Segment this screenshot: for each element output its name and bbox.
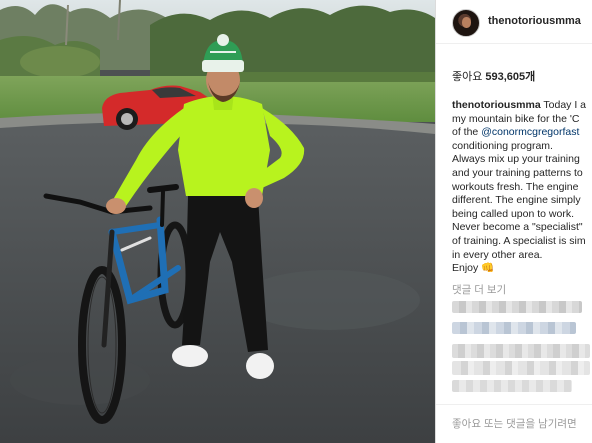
comment-footer [436,404,592,443]
caption-line-7: workouts fresh. The engine [452,180,579,193]
caption-line-5: Always mix up your training [452,153,580,166]
post-caption: thenotoriousmma Today I a my mountain bi… [452,99,592,276]
comment-input[interactable] [452,416,592,432]
blurred-comment [452,301,582,313]
load-more-comments-link[interactable]: 댓글 더 보기 [452,282,506,297]
blurred-comment [452,361,590,375]
caption-line-13: Enjoy 👊 [452,262,592,276]
caption-line-9: being called upon to work. [452,207,574,220]
caption-line-12: in every other area. [452,248,543,261]
likes-row: 좋아요 593,605개 [452,68,535,84]
avatar[interactable] [452,9,480,37]
caption-line-11: of training. A specialist is sim [452,234,586,247]
caption-line-2: my mountain bike for the 'C [452,112,580,125]
likes-label: 좋아요 [452,71,483,83]
mention-link[interactable]: @conormcgregorfast [481,126,579,138]
post-sidebar: thenotoriousmma 좋아요 593,605개 thenotorious… [435,0,592,443]
blurred-comment [452,322,576,334]
blurred-comment [452,380,572,392]
likes-count[interactable]: 593,605개 [485,71,535,83]
caption-line-4: conditioning program. [452,139,553,152]
caption-line-6: and your training patterns to [452,166,583,179]
post-photo[interactable] [0,0,435,443]
caption-line-8: different. The engine simply [452,194,581,207]
fist-bump-emoji-icon: 👊 [481,262,495,275]
caption-line-10: Never become a "specialist" [452,221,583,234]
username-link[interactable]: thenotoriousmma [488,15,581,27]
caption-line-1: thenotoriousmma Today I a [452,99,592,113]
blurred-comment [452,344,590,358]
caption-line-3: of the @conormcgregorfast [452,126,592,140]
post-photo-image [0,0,435,443]
caption-text-13: Enjoy [452,262,479,275]
avatar-face [462,17,471,28]
caption-text-1: Today I a [543,99,587,111]
caption-text-3: of the [452,126,479,139]
caption-author-link[interactable]: thenotoriousmma [452,99,541,111]
post-header: thenotoriousmma [436,0,592,44]
